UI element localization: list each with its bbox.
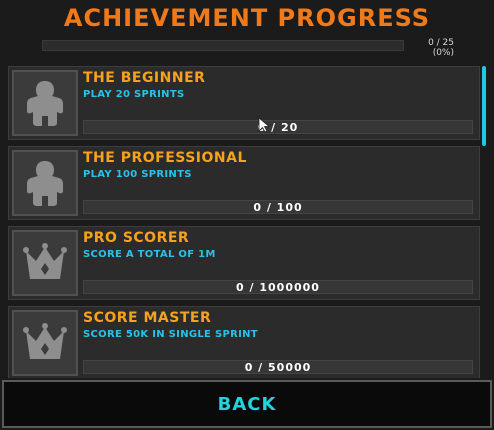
- achievement-description: PLAY 20 SPRINTS: [83, 89, 185, 100]
- crown-icon: [23, 243, 67, 279]
- player-figure-icon: [27, 81, 63, 126]
- overall-progress-bar: [42, 40, 404, 51]
- achievement-progress-text: 0 / 1000000: [236, 281, 320, 294]
- crown-icon: [23, 323, 67, 359]
- achievement-progress-bar: 0 / 50000: [83, 360, 473, 374]
- achievement-icon-frame: [12, 310, 78, 376]
- achievement-card: THE PROFESSIONAL PLAY 100 SPRINTS 0 / 10…: [8, 146, 480, 220]
- achievement-description: SCORE A TOTAL OF 1M: [83, 249, 216, 260]
- achievement-progress-bar: 0 / 100: [83, 200, 473, 214]
- achievement-description: PLAY 100 SPRINTS: [83, 169, 192, 180]
- scrollbar-thumb[interactable]: [482, 66, 486, 146]
- mouse-cursor-icon: [258, 117, 271, 133]
- achievement-icon-frame: [12, 150, 78, 216]
- achievement-title: THE PROFESSIONAL: [83, 150, 247, 166]
- page-title: ACHIEVEMENT PROGRESS: [63, 4, 431, 32]
- achievement-description: SCORE 50K IN SINGLE SPRINT: [83, 329, 258, 340]
- scrollbar[interactable]: [482, 66, 486, 378]
- achievement-progress-text: 0 / 100: [253, 201, 303, 214]
- achievement-progress-bar: 0 / 20: [83, 120, 473, 134]
- achievement-title: SCORE MASTER: [83, 310, 212, 326]
- achievement-card: SCORE MASTER SCORE 50K IN SINGLE SPRINT …: [8, 306, 480, 378]
- achievement-title: THE BEGINNER: [83, 70, 206, 86]
- achievement-progress-text: 0 / 50000: [244, 361, 312, 374]
- achievement-card: PRO SCORER SCORE A TOTAL OF 1M 0 / 10000…: [8, 226, 480, 300]
- player-figure-icon: [27, 161, 63, 206]
- overall-progress-text: 0 / 25 (0%): [428, 38, 454, 58]
- back-button[interactable]: BACK: [2, 380, 492, 428]
- achievement-title: PRO SCORER: [83, 230, 190, 246]
- achievement-icon-frame: [12, 230, 78, 296]
- achievement-progress-text: 0 / 20: [257, 121, 299, 134]
- achievement-card: THE BEGINNER PLAY 20 SPRINTS 0 / 20: [8, 66, 480, 140]
- achievement-list[interactable]: THE BEGINNER PLAY 20 SPRINTS 0 / 20 THE …: [8, 66, 480, 378]
- achievement-icon-frame: [12, 70, 78, 136]
- achievement-progress-bar: 0 / 1000000: [83, 280, 473, 294]
